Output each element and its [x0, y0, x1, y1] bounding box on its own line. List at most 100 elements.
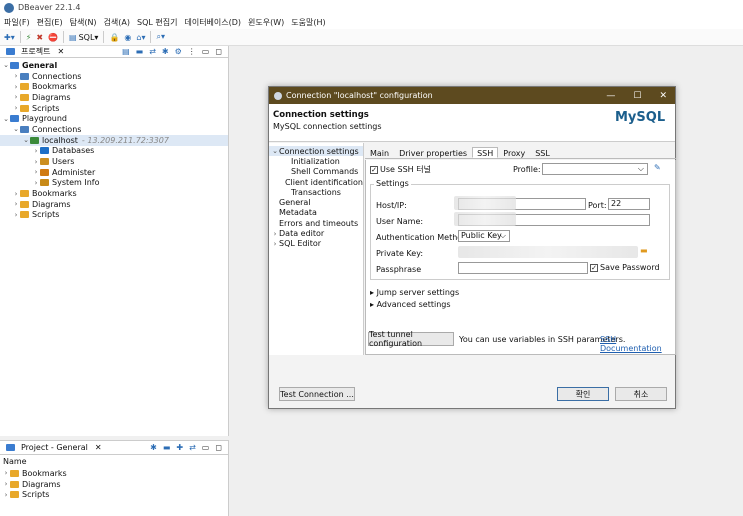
advanced-settings-toggle[interactable]: ▸ Advanced settings	[370, 300, 451, 309]
nav-item[interactable]: Initialization	[269, 156, 363, 166]
nav-item[interactable]: Metadata	[269, 208, 363, 218]
chevron-down-icon[interactable]: ⌄	[2, 61, 10, 69]
add-icon[interactable]: ✚	[176, 443, 183, 452]
auth-method-select[interactable]: Public Key ⌵	[458, 230, 510, 242]
chevron-right-icon[interactable]: ›	[32, 179, 40, 187]
chevron-down-icon[interactable]: ⌄	[2, 115, 10, 123]
link-icon[interactable]: ⇄	[149, 47, 156, 56]
tree-item[interactable]: ⌄ localhost - 13.209.211.72:3307	[0, 134, 228, 146]
chevron-right-icon[interactable]: ›	[2, 491, 10, 499]
disconnect-icon[interactable]: ✖	[36, 33, 43, 42]
tree-item[interactable]: › Bookmarks	[0, 188, 228, 199]
tree-item[interactable]: ⌄ Connections	[0, 124, 228, 135]
profile-select[interactable]: ⌵	[542, 163, 648, 175]
menu-item[interactable]: 도움말(H)	[291, 17, 325, 28]
chevron-right-icon[interactable]: ›	[12, 211, 20, 219]
nav-item[interactable]: › Data editor	[269, 228, 363, 238]
nav-item[interactable]: Client identification	[269, 177, 363, 187]
tab-proxy[interactable]: Proxy	[498, 147, 530, 158]
use-ssh-checkbox[interactable]: ✓ Use SSH 터널	[370, 164, 431, 175]
menu-item[interactable]: 윈도우(W)	[248, 17, 284, 28]
tab-main[interactable]: Main	[365, 147, 394, 158]
collapse-icon[interactable]: ▬	[163, 443, 171, 452]
chevron-right-icon[interactable]: ›	[12, 190, 20, 198]
folder-icon[interactable]: ▬	[640, 246, 648, 255]
nav-item[interactable]: General	[269, 197, 363, 207]
tree-item[interactable]: › Bookmarks	[0, 468, 228, 479]
connect-icon[interactable]: ⚡	[26, 33, 32, 42]
menu-item[interactable]: SQL 편집기	[137, 17, 177, 28]
nav-item[interactable]: Transactions	[269, 187, 363, 197]
nav-item[interactable]: Shell Commands	[269, 167, 363, 177]
tree-item[interactable]: ⌄ General	[0, 60, 228, 71]
tab-driver-properties[interactable]: Driver properties	[394, 147, 472, 158]
save-password-checkbox[interactable]: ✓ Save Password	[590, 263, 660, 272]
project-tab[interactable]: 프로젝트 ✕	[3, 46, 68, 57]
more-icon[interactable]: ⋮	[188, 47, 196, 56]
jump-server-toggle[interactable]: ▸ Jump server settings	[370, 288, 459, 297]
chevron-right-icon[interactable]: ›	[2, 480, 10, 488]
commit-icon[interactable]: ◉	[124, 33, 131, 42]
tree-item[interactable]: › Databases	[0, 146, 228, 157]
tab-ssh[interactable]: SSH	[472, 147, 499, 158]
chevron-right-icon[interactable]: ›	[2, 469, 10, 477]
close-icon[interactable]: ✕	[95, 443, 102, 452]
tree-item[interactable]: › Bookmarks	[0, 81, 228, 92]
link-icon[interactable]: ⇄	[189, 443, 196, 452]
maximize-icon[interactable]: ◻	[215, 443, 222, 452]
tree-item[interactable]: › Users	[0, 156, 228, 167]
chevron-right-icon[interactable]: ›	[32, 168, 40, 176]
tree-item[interactable]: › Diagrams	[0, 92, 228, 103]
cancel-button[interactable]: 취소	[615, 387, 667, 401]
menu-item[interactable]: 파일(F)	[4, 17, 30, 28]
tree-item[interactable]: › Connections	[0, 71, 228, 82]
project-general-tab[interactable]: Project - General ✕	[3, 443, 105, 452]
settings-icon[interactable]: ✱	[150, 443, 157, 452]
minimize-icon[interactable]: —	[606, 91, 615, 101]
tab-ssl[interactable]: SSL	[530, 147, 555, 158]
menu-item[interactable]: 검색(A)	[104, 17, 130, 28]
minimize-icon[interactable]: ▭	[202, 443, 210, 452]
chevron-right-icon[interactable]: ›	[12, 83, 20, 91]
ok-button[interactable]: 확인	[557, 387, 609, 401]
tree-item[interactable]: › Scripts	[0, 210, 228, 221]
tree-item[interactable]: › System Info	[0, 178, 228, 189]
test-tunnel-button[interactable]: Test tunnel configuration	[368, 330, 454, 348]
menu-item[interactable]: 탐색(N)	[70, 17, 97, 28]
chevron-down-icon[interactable]: ⌄	[22, 136, 30, 144]
minimize-icon[interactable]: ▭	[202, 47, 210, 56]
ssh-documentation-link[interactable]: SSH Documentation	[600, 335, 675, 353]
settings-icon[interactable]: ✱	[162, 47, 169, 56]
chevron-right-icon[interactable]: ›	[32, 158, 40, 166]
chevron-right-icon[interactable]: ›	[32, 147, 40, 155]
collapse-icon[interactable]: ▬	[136, 47, 144, 56]
lock-icon[interactable]: 🔒	[109, 33, 119, 42]
tree-item[interactable]: › Diagrams	[0, 199, 228, 210]
chevron-down-icon[interactable]: ⌄	[12, 125, 20, 133]
maximize-icon[interactable]: ☐	[633, 91, 641, 101]
tree-item[interactable]: ⌄ Playground	[0, 113, 228, 124]
chevron-right-icon[interactable]: ›	[12, 93, 20, 101]
new-connection-icon[interactable]: ✚▾	[4, 33, 15, 42]
filter-icon[interactable]: ⚙	[175, 47, 182, 56]
menu-item[interactable]: 데이터베이스(D)	[184, 17, 241, 28]
passphrase-input[interactable]	[458, 262, 588, 274]
tree-item[interactable]: › Scripts	[0, 489, 228, 500]
menu-item[interactable]: 편집(E)	[37, 17, 63, 28]
nav-item[interactable]: › SQL Editor	[269, 239, 363, 249]
tree-item[interactable]: › Diagrams	[0, 479, 228, 490]
edit-profile-icon[interactable]: ✎	[654, 163, 661, 172]
redacted-private-key[interactable]	[458, 246, 638, 258]
nav-item[interactable]: ⌄ Connection settings	[269, 146, 363, 157]
test-connection-button[interactable]: Test Connection ...	[279, 387, 355, 401]
sql-editor-button[interactable]: ▤ SQL ▾	[69, 33, 98, 42]
close-icon[interactable]: ✕	[659, 91, 667, 101]
chevron-right-icon[interactable]: ›	[12, 72, 20, 80]
search-icon[interactable]: ⌕▾	[156, 32, 165, 42]
maximize-icon[interactable]: ◻	[215, 47, 222, 56]
tree-item[interactable]: › Scripts	[0, 103, 228, 114]
nav-item[interactable]: Errors and timeouts	[269, 218, 363, 228]
view-menu-icon[interactable]: ▤	[122, 47, 130, 56]
port-input[interactable]: 22	[608, 198, 650, 210]
rollback-icon[interactable]: ⌂▾	[136, 33, 145, 42]
